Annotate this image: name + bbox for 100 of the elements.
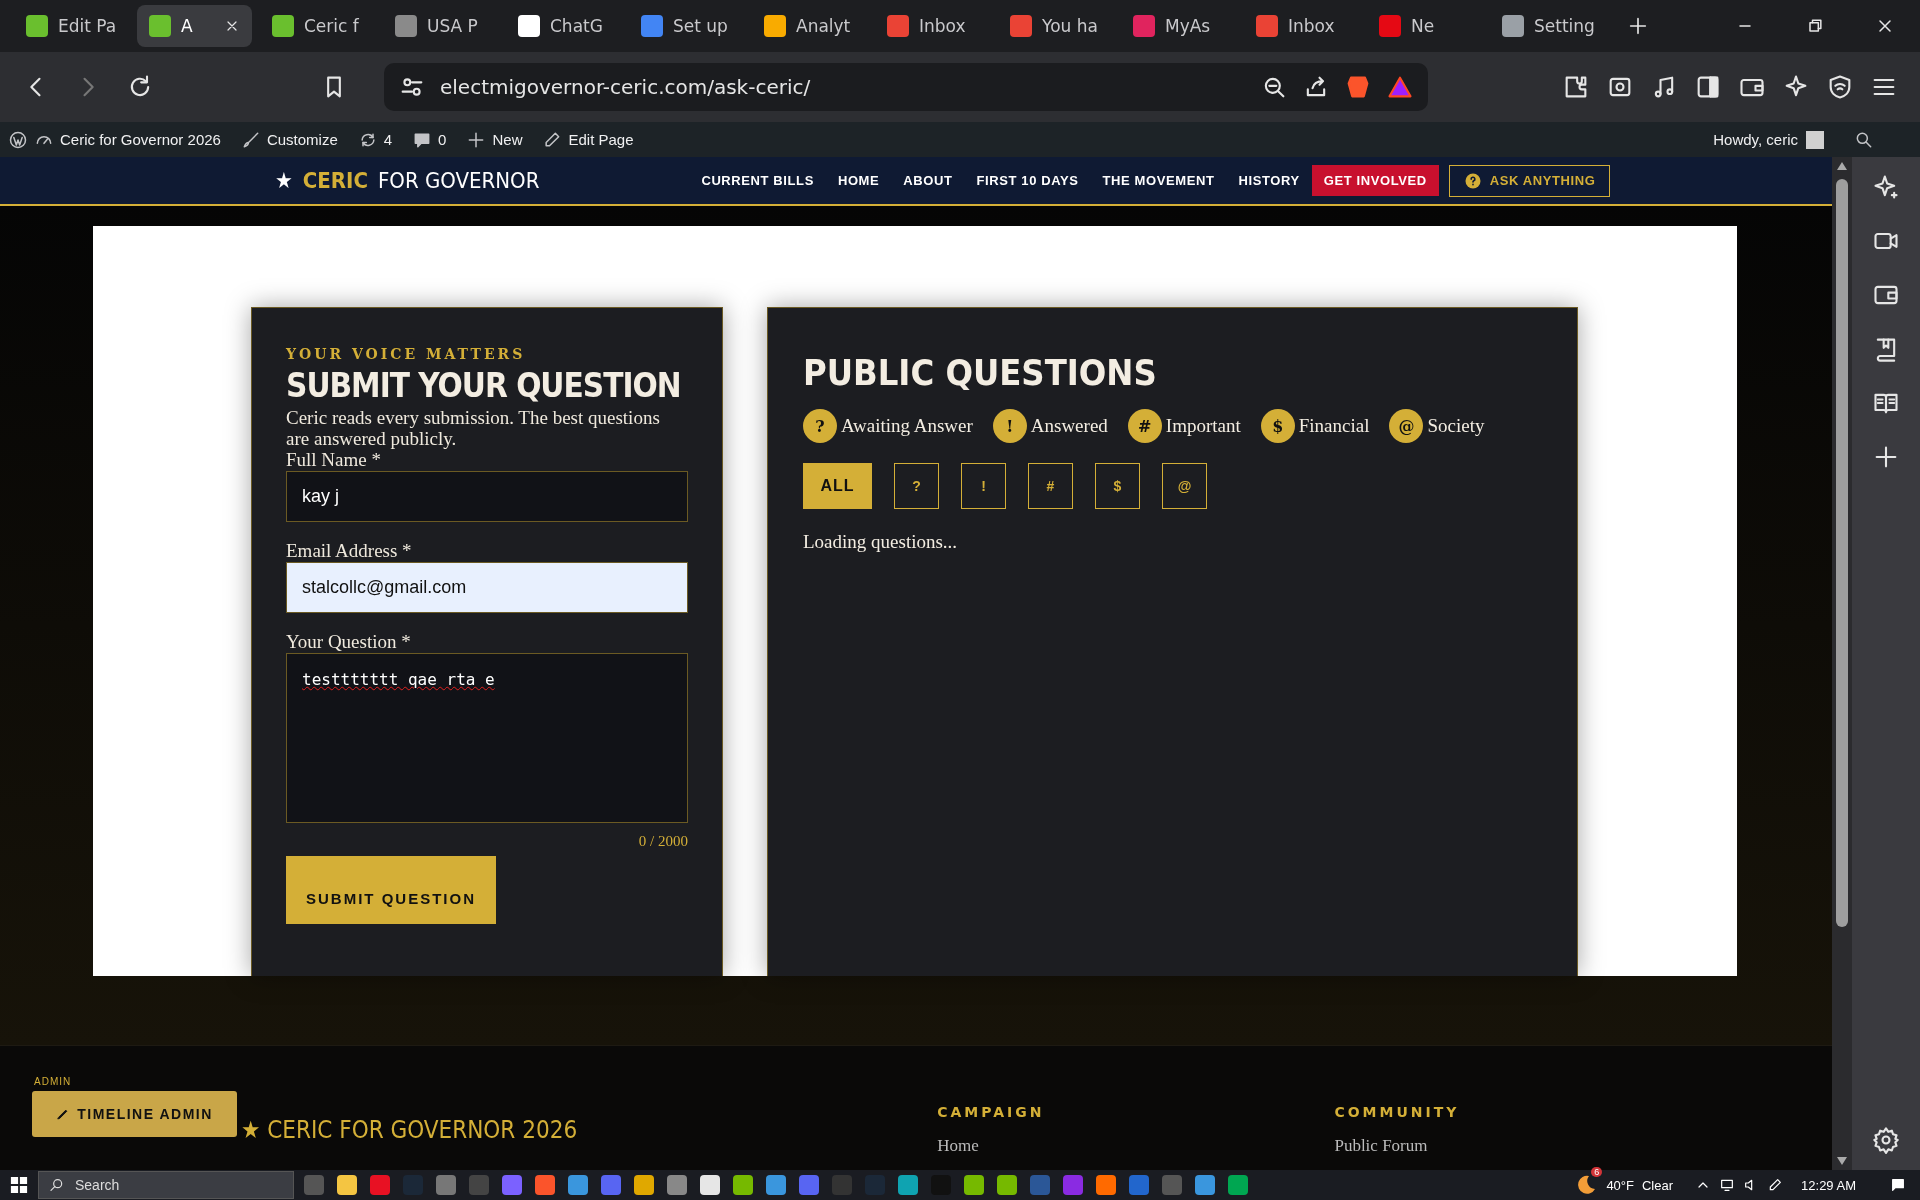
browser-tab[interactable]: Set up (629, 5, 744, 47)
nav-link[interactable]: HISTORY (1226, 173, 1312, 188)
scrollbar[interactable] (1832, 157, 1852, 1170)
legend-symbol: ? (803, 409, 837, 443)
admin-label: ADMIN (34, 1076, 73, 1087)
browser-tab[interactable]: Setting (1490, 5, 1605, 47)
browser-tab[interactable]: Edit Pa (14, 5, 129, 47)
admin-bar-link[interactable]: New (492, 131, 523, 148)
app-icon[interactable] (568, 1175, 588, 1195)
legend-label: Society (1427, 415, 1485, 437)
app-icon[interactable] (436, 1175, 456, 1195)
favicon-icon (1502, 15, 1524, 37)
favicon-icon (764, 15, 786, 37)
timeline-admin-button[interactable]: TIMELINE ADMIN (32, 1091, 237, 1137)
favicon-icon (518, 15, 540, 37)
footer-brand: ★ CERIC FOR GOVERNOR 2026 (241, 1116, 578, 1144)
admin-bar-link[interactable]: Customize (266, 131, 338, 148)
browser-tab[interactable]: You ha (998, 5, 1113, 47)
favicon-icon (887, 15, 909, 37)
admin-bar-link[interactable]: Edit Page (568, 131, 634, 148)
section-description: Ceric reads every submission. The best questions are answered publicly. (286, 407, 661, 449)
ask-anything-button[interactable]: ASK ANYTHING (1448, 164, 1611, 197)
admin-bar-link[interactable]: 4 (383, 131, 393, 148)
taskbar-search-field[interactable]: Search (38, 1171, 294, 1199)
nav-link[interactable]: CURRENT BILLS (689, 173, 826, 188)
nav-link[interactable]: THE MOVEMENT (1090, 173, 1227, 188)
filter-button[interactable]: ? (894, 463, 939, 509)
app-icon[interactable] (997, 1175, 1017, 1195)
submit-question-button[interactable]: SUBMIT QUESTION (286, 856, 496, 924)
favicon-icon (641, 15, 663, 37)
scrollbar-thumb[interactable] (1836, 179, 1848, 927)
get-involved-button[interactable]: GET INVOLVED (1311, 165, 1439, 196)
settings-icon[interactable] (1872, 1126, 1900, 1154)
footer-link[interactable]: Public Forum (1334, 1136, 1460, 1156)
app-icon[interactable] (337, 1175, 357, 1195)
app-icon[interactable] (766, 1175, 786, 1195)
app-icon[interactable] (601, 1175, 621, 1195)
clock-time: 12:29 AM (1801, 1177, 1856, 1193)
browser-tab[interactable]: Inbox (875, 5, 990, 47)
address-bar[interactable]: electmigovernor-ceric.com/ask-ceric/ (384, 63, 1428, 111)
logo-star[interactable]: ★ (275, 168, 293, 193)
nav-link[interactable]: HOME (825, 173, 892, 188)
footer-link[interactable]: Home (937, 1136, 1045, 1156)
scroll-up-icon[interactable] (1836, 161, 1848, 171)
app-icon[interactable] (1228, 1175, 1248, 1195)
filter-button[interactable]: ALL (803, 463, 872, 509)
app-icon[interactable] (1195, 1175, 1215, 1195)
account-greeting[interactable]: Howdy, ceric (1713, 131, 1798, 148)
browser-tab[interactable]: Analyt (752, 5, 867, 47)
sparkle-icon[interactable] (1872, 173, 1900, 201)
favicon-icon (1010, 15, 1032, 37)
windows-start-icon[interactable] (10, 1176, 28, 1194)
nav-link[interactable]: FIRST 10 DAYS (964, 173, 1091, 188)
legend-symbol: $ (1260, 409, 1295, 443)
section-title: SUBMIT YOUR QUESTION (286, 366, 682, 405)
favicon-icon (1256, 15, 1278, 37)
loading-text: Loading questions... (803, 531, 959, 553)
notification-icon[interactable] (1890, 1177, 1906, 1193)
browser-tab[interactable]: MyAs (1121, 5, 1236, 47)
app-icon[interactable] (370, 1175, 390, 1195)
wordpress-logo-icon[interactable] (8, 129, 28, 150)
app-icon[interactable] (634, 1175, 654, 1195)
app-icon[interactable] (898, 1175, 918, 1195)
filter-button[interactable]: # (1028, 463, 1073, 509)
app-icon[interactable] (733, 1175, 753, 1195)
legend-symbol: @ (1389, 409, 1424, 443)
app-icon[interactable] (964, 1175, 984, 1195)
browser-tab[interactable]: Ne (1367, 5, 1482, 47)
filter-button[interactable]: @ (1162, 463, 1207, 509)
network-icon[interactable] (1719, 1177, 1736, 1193)
field-label: Full Name * (286, 449, 382, 471)
admin-bar-link[interactable]: Ceric for Governor 2026 (60, 131, 221, 148)
filter-button[interactable]: ! (961, 463, 1006, 509)
favicon-icon (272, 15, 294, 37)
pen-icon[interactable] (1767, 1177, 1784, 1193)
notification-badge: 6 (1591, 1167, 1603, 1177)
browser-tab[interactable]: Inbox (1244, 5, 1359, 47)
browser-tab[interactable]: ChatG (506, 5, 621, 47)
weather-condition: Clear (1642, 1177, 1674, 1193)
app-icon[interactable] (700, 1175, 720, 1195)
favicon-icon (1133, 15, 1155, 37)
app-icon[interactable] (667, 1175, 687, 1195)
nav-link[interactable]: ABOUT (891, 173, 965, 188)
question-textarea[interactable]: testtttttt qae rta e (286, 653, 688, 823)
admin-bar-link[interactable]: 0 (438, 131, 447, 148)
app-icon[interactable] (799, 1175, 819, 1195)
app-icon[interactable] (502, 1175, 522, 1195)
browser-tab[interactable]: Ceric f (260, 5, 375, 47)
browser-tab[interactable]: A (137, 5, 252, 47)
app-icon[interactable] (1096, 1175, 1116, 1195)
scroll-down-icon[interactable] (1836, 1156, 1848, 1166)
filter-button[interactable]: $ (1095, 463, 1140, 509)
input-field[interactable]: kay j (286, 471, 688, 522)
app-icon[interactable] (535, 1175, 555, 1195)
section-kicker: YOUR VOICE MATTERS (286, 346, 527, 362)
logo-text[interactable]: CERIC (302, 168, 368, 193)
browser-tab[interactable]: USA P (383, 5, 498, 47)
legend-label: Answered (1030, 415, 1108, 437)
input-field[interactable]: stalcollc@gmail.com (286, 562, 688, 613)
logo-text[interactable]: FOR GOVERNOR (377, 168, 540, 193)
